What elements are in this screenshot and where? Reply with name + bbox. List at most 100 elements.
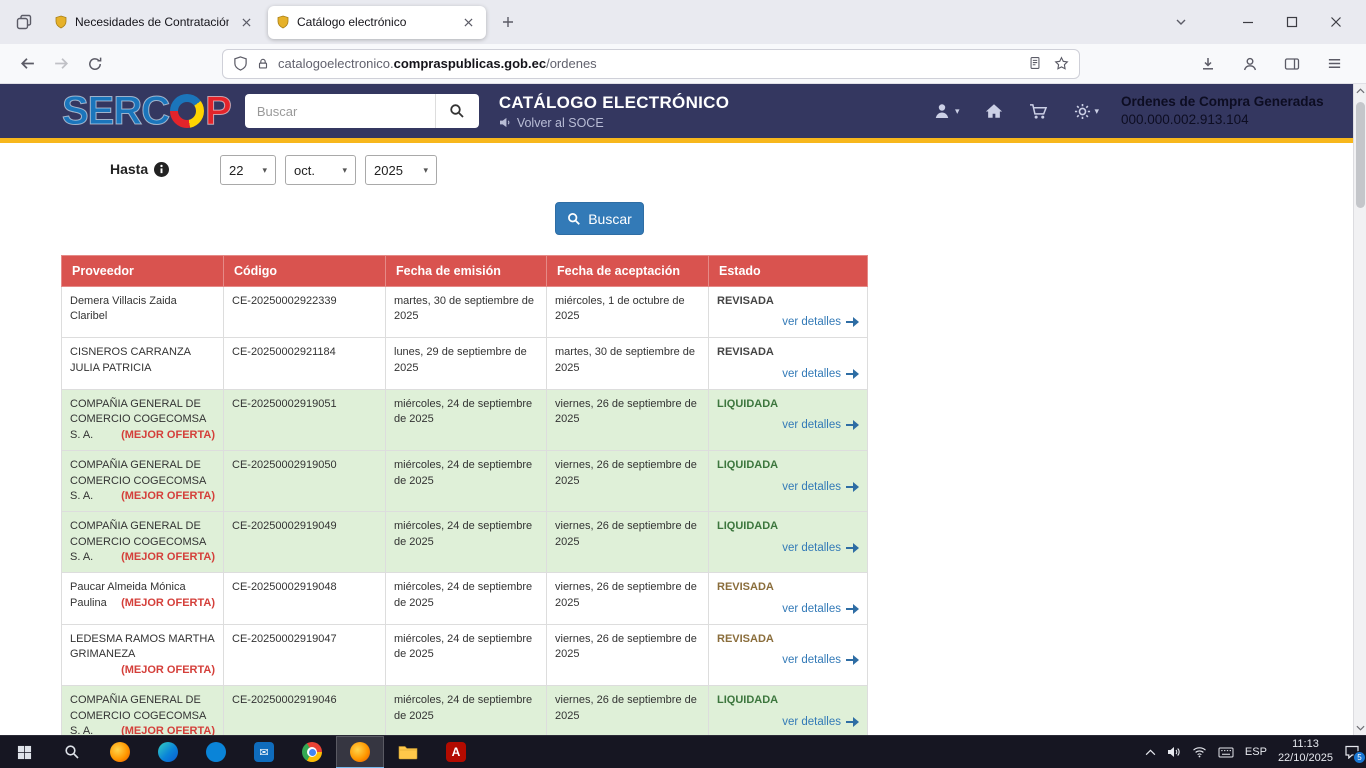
downloads-icon[interactable]	[1192, 49, 1224, 79]
skype-icon[interactable]	[192, 736, 240, 768]
codigo-cell: CE-20250002919050	[224, 451, 386, 512]
search-input[interactable]	[245, 94, 435, 128]
lock-icon[interactable]	[256, 57, 270, 71]
info-icon[interactable]	[154, 162, 169, 177]
language-indicator[interactable]: ESP	[1245, 746, 1267, 758]
url-bar[interactable]: catalogoelectronico.compraspublicas.gob.…	[222, 49, 1080, 79]
buscar-button[interactable]: Buscar	[555, 202, 644, 235]
menu-icon[interactable]	[1318, 49, 1350, 79]
ver-detalles-link[interactable]: ver detalles	[717, 314, 859, 330]
mejor-oferta-label: (MEJOR OFERTA)	[121, 550, 215, 565]
volver-icon	[499, 117, 512, 128]
file-explorer-icon[interactable]	[384, 736, 432, 768]
ver-detalles-link[interactable]: ver detalles	[717, 479, 859, 495]
tab-close-icon[interactable]	[236, 12, 256, 32]
codigo-cell: CE-20250002919049	[224, 512, 386, 573]
tab-necesidades[interactable]: Necesidades de Contratación y	[46, 6, 264, 39]
start-button[interactable]	[0, 736, 48, 768]
date-filter-row: Hasta 22▾ oct.▾ 2025▾	[0, 155, 1366, 187]
firefox-icon[interactable]	[96, 736, 144, 768]
clock[interactable]: 11:13 22/10/2025	[1278, 738, 1333, 766]
taskbar-search-icon[interactable]	[48, 736, 96, 768]
outlook-icon[interactable]: ✉	[240, 736, 288, 768]
maximize-button[interactable]	[1270, 5, 1314, 39]
page-scrollbar[interactable]	[1353, 84, 1366, 735]
tab-favicon	[54, 15, 68, 29]
scrollbar-thumb[interactable]	[1356, 102, 1365, 208]
fecha-emision-cell: miércoles, 24 de septiembre de 2025	[386, 686, 547, 735]
edge-icon[interactable]	[144, 736, 192, 768]
screen: Necesidades de Contratación y Catálogo e…	[0, 0, 1366, 768]
proveedor-name: Demera Villacis Zaida Claribel	[70, 295, 177, 322]
reload-button[interactable]	[78, 49, 112, 79]
bookmark-star-icon[interactable]	[1054, 56, 1069, 71]
url-path: /ordenes	[546, 56, 597, 71]
list-all-tabs-icon[interactable]	[1164, 8, 1198, 36]
day-select[interactable]: 22▾	[220, 155, 276, 185]
close-window-button[interactable]	[1314, 5, 1358, 39]
minimize-button[interactable]	[1226, 5, 1270, 39]
account-icon[interactable]	[1234, 49, 1266, 79]
ver-detalles-link[interactable]: ver detalles	[717, 540, 859, 556]
chrome-icon[interactable]	[288, 736, 336, 768]
fecha-aceptacion-cell: viernes, 26 de septiembre de 2025	[547, 624, 709, 685]
forward-button[interactable]	[44, 49, 78, 79]
volver-al-soce-link[interactable]: Volver al SOCE	[499, 116, 729, 130]
sercop-logo[interactable]: SERCP	[62, 84, 231, 138]
ver-detalles-link[interactable]: ver detalles	[717, 652, 859, 668]
fecha-emision-cell: miércoles, 24 de septiembre de 2025	[386, 624, 547, 685]
cart-icon[interactable]	[1029, 103, 1048, 120]
month-select[interactable]: oct.▾	[285, 155, 356, 185]
new-tab-button[interactable]	[494, 8, 522, 36]
ver-detalles-link[interactable]: ver detalles	[717, 366, 859, 382]
url-domain: compraspublicas.gob.ec	[394, 56, 546, 71]
table-row: COMPAÑIA GENERAL DE COMERCIO COGECOMSA S…	[62, 451, 868, 512]
column-header-proveedor: Proveedor	[62, 256, 224, 287]
user-menu-icon[interactable]: ▾	[934, 103, 960, 119]
table-row: LEDESMA RAMOS MARTHA GRIMANEZA (MEJOR OF…	[62, 624, 868, 685]
url-subdomain: catalogoelectronico.	[278, 56, 394, 71]
network-icon[interactable]	[1192, 746, 1207, 758]
firefox-active-icon[interactable]	[336, 736, 384, 768]
keyboard-icon[interactable]	[1218, 747, 1234, 758]
tab-close-icon[interactable]	[458, 12, 478, 32]
tab-catalogo[interactable]: Catálogo electrónico	[268, 6, 486, 39]
ver-detalles-link[interactable]: ver detalles	[717, 601, 859, 617]
orders-header-block: Ordenes de Compra Generadas 000.000.002.…	[1121, 93, 1336, 129]
arrow-right-icon	[846, 420, 859, 430]
scroll-down-icon[interactable]	[1356, 721, 1365, 735]
year-select[interactable]: 2025▾	[365, 155, 437, 185]
back-button[interactable]	[10, 49, 44, 79]
fecha-emision-cell: miércoles, 24 de septiembre de 2025	[386, 573, 547, 624]
reader-mode-icon[interactable]	[1028, 56, 1042, 71]
home-icon[interactable]	[985, 103, 1003, 119]
codigo-cell: CE-20250002919047	[224, 624, 386, 685]
tracking-protection-shield-icon[interactable]	[233, 56, 248, 71]
acrobat-icon[interactable]: A	[432, 736, 480, 768]
fecha-aceptacion-cell: viernes, 26 de septiembre de 2025	[547, 686, 709, 735]
fecha-emision-cell: martes, 30 de septiembre de 2025	[386, 287, 547, 338]
table-row: COMPAÑIA GENERAL DE COMERCIO COGECOMSA S…	[62, 512, 868, 573]
chevron-down-icon: ▾	[1094, 106, 1099, 117]
table-row: COMPAÑIA GENERAL DE COMERCIO COGECOMSA S…	[62, 389, 868, 450]
scroll-up-icon[interactable]	[1356, 84, 1365, 98]
search-button[interactable]	[435, 94, 479, 128]
mejor-oferta-label: (MEJOR OFERTA)	[121, 596, 215, 611]
notification-badge: 5	[1353, 751, 1366, 764]
hidden-icons-chevron[interactable]	[1145, 749, 1156, 756]
tab-title: Catálogo electrónico	[297, 15, 451, 29]
volume-icon[interactable]	[1167, 746, 1181, 758]
windows-taskbar: ✉ A ESP 11:13 22/10/2025	[0, 735, 1366, 768]
ver-detalles-link[interactable]: ver detalles	[717, 714, 859, 730]
orders-title: Ordenes de Compra Generadas	[1121, 93, 1336, 111]
sidebar-icon[interactable]	[1276, 49, 1308, 79]
settings-gear-icon[interactable]: ▾	[1074, 103, 1099, 120]
firefox-view-icon[interactable]	[8, 6, 40, 38]
column-header-estado: Estado	[709, 256, 868, 287]
ver-detalles-link[interactable]: ver detalles	[717, 417, 859, 433]
column-header-fecha-emision: Fecha de emisión	[386, 256, 547, 287]
mejor-oferta-label: (MEJOR OFERTA)	[121, 724, 215, 735]
arrow-right-icon	[846, 655, 859, 665]
notification-center-icon[interactable]: 5	[1344, 745, 1360, 759]
tab-favicon	[276, 15, 290, 29]
